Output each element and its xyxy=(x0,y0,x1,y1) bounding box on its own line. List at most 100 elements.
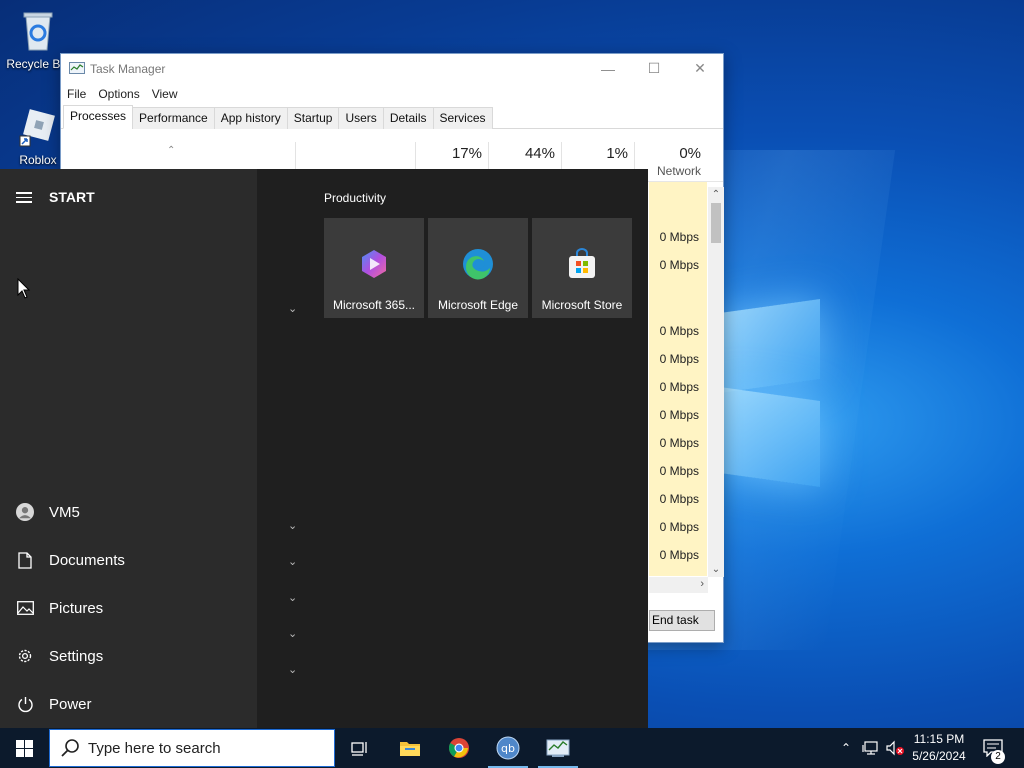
volume-tray-button[interactable] xyxy=(884,728,906,768)
document-icon xyxy=(16,551,34,569)
tile-label: Microsoft Edge xyxy=(437,298,519,312)
tile-label: Microsoft 365... xyxy=(332,298,416,312)
start-title: START xyxy=(49,189,95,206)
scroll-up-icon[interactable]: ⌃ xyxy=(708,189,724,200)
windows-logo-wallpaper xyxy=(720,290,824,488)
start-menu: START VM5 Documents Pictures Settings Po… xyxy=(0,169,648,728)
tab-processes[interactable]: Processes xyxy=(63,105,134,129)
edge-icon xyxy=(463,249,493,280)
task-view-icon xyxy=(351,742,367,756)
store-icon xyxy=(569,248,595,278)
power-label: Power xyxy=(49,695,92,713)
close-button[interactable]: ✕ xyxy=(677,54,723,83)
tab-users[interactable]: Users xyxy=(338,107,384,129)
tab-details[interactable]: Details xyxy=(382,107,434,129)
windows-start-icon xyxy=(15,739,33,757)
recycle-bin-icon xyxy=(23,12,53,51)
chevron-up-icon: ⌃ xyxy=(840,741,852,755)
window-controls: — ☐ ✕ xyxy=(585,54,723,83)
network-percent: 0% xyxy=(679,145,701,162)
qbittorrent-icon: qb xyxy=(496,736,520,760)
pictures-label: Pictures xyxy=(49,599,104,617)
start-settings[interactable]: Settings xyxy=(0,636,257,676)
tab-strip: Processes Performance App history Startu… xyxy=(61,105,723,129)
tab-app-history[interactable]: App history xyxy=(213,107,288,129)
notification-count-badge: 2 xyxy=(991,750,1005,764)
end-task-button[interactable]: End task xyxy=(649,610,715,631)
table-cell-network: 0 Mbps xyxy=(659,380,699,394)
settings-label: Settings xyxy=(49,647,104,665)
chevron-down-icon[interactable]: ⌄ xyxy=(288,591,297,604)
start-documents[interactable]: Documents xyxy=(0,540,257,580)
scroll-down-icon[interactable]: ⌄ xyxy=(708,564,724,575)
menu-view[interactable]: View xyxy=(152,87,178,101)
table-cell-network: 0 Mbps xyxy=(659,258,699,272)
network-tray-button[interactable] xyxy=(860,728,882,768)
memory-percent: 44% xyxy=(524,145,555,162)
sort-up-icon[interactable]: ⌃ xyxy=(167,145,175,156)
table-cell-network: 0 Mbps xyxy=(659,408,699,422)
chevron-down-icon[interactable]: ⌄ xyxy=(288,627,297,640)
file-explorer-icon xyxy=(400,742,420,756)
chevron-down-icon[interactable]: ⌄ xyxy=(288,555,297,568)
tile-group-label[interactable]: Productivity xyxy=(324,191,386,205)
tile-microsoft-365[interactable]: Microsoft 365... xyxy=(324,218,424,318)
taskbar-file-explorer[interactable] xyxy=(386,728,434,768)
horizontal-scrollbar[interactable]: › xyxy=(649,577,708,593)
start-pictures[interactable]: Pictures xyxy=(0,588,257,628)
cpu-percent: 17% xyxy=(451,145,482,162)
scroll-thumb[interactable] xyxy=(711,203,721,243)
tile-microsoft-store[interactable]: Microsoft Store xyxy=(532,218,632,318)
tile-label: Microsoft Store xyxy=(541,298,623,312)
table-cell-network: 0 Mbps xyxy=(659,230,699,244)
disk-percent: 1% xyxy=(606,145,628,162)
start-button[interactable] xyxy=(0,728,48,768)
task-manager-icon xyxy=(546,739,570,757)
chevron-down-icon[interactable]: ⌄ xyxy=(288,663,297,676)
tab-performance[interactable]: Performance xyxy=(132,107,215,129)
table-cell-network: 0 Mbps xyxy=(659,436,699,450)
chevron-down-icon[interactable]: ⌄ xyxy=(288,519,297,532)
tile-microsoft-edge[interactable]: Microsoft Edge xyxy=(428,218,528,318)
chrome-icon xyxy=(448,738,469,758)
maximize-button[interactable]: ☐ xyxy=(631,54,677,83)
hamburger-menu-icon[interactable] xyxy=(16,189,32,206)
start-sidebar: START VM5 Documents Pictures Settings Po… xyxy=(0,169,257,728)
table-cell-network: 0 Mbps xyxy=(659,464,699,478)
table-cell-network: 0 Mbps xyxy=(659,492,699,506)
start-header[interactable]: START xyxy=(16,189,95,206)
scroll-right-icon[interactable]: › xyxy=(700,578,704,590)
clock-date: 5/26/2024 xyxy=(912,749,966,763)
tab-startup[interactable]: Startup xyxy=(286,107,340,129)
search-placeholder: Type here to search xyxy=(88,739,221,757)
taskbar-clock[interactable]: 11:15 PM 5/26/2024 xyxy=(906,731,972,765)
task-view-button[interactable] xyxy=(336,728,384,768)
taskbar-task-manager[interactable] xyxy=(534,728,582,768)
menu-file[interactable]: File xyxy=(67,87,86,101)
network-column-cells: 0 Mbps 0 Mbps 0 Mbps 0 Mbps 0 Mbps 0 Mbp… xyxy=(649,182,707,576)
taskbar-search-box[interactable]: Type here to search xyxy=(49,729,335,767)
chevron-down-icon[interactable]: ⌄ xyxy=(288,302,297,315)
menu-bar: File Options View xyxy=(61,83,723,105)
clock-time: 11:15 PM xyxy=(913,732,965,746)
start-power[interactable]: Power xyxy=(0,684,257,724)
taskbar-chrome[interactable] xyxy=(435,728,483,768)
microsoft-365-icon xyxy=(362,250,386,278)
show-hidden-icons-button[interactable]: ⌃ xyxy=(836,728,856,768)
pictures-icon xyxy=(16,599,34,617)
window-title: Task Manager xyxy=(90,61,166,76)
roblox-icon xyxy=(19,109,55,147)
tab-services[interactable]: Services xyxy=(432,107,493,129)
vertical-scrollbar[interactable]: ⌃ ⌄ xyxy=(708,187,724,577)
user-avatar-icon xyxy=(16,503,34,521)
minimize-button[interactable]: — xyxy=(585,54,631,83)
taskbar-qbittorrent[interactable]: qb xyxy=(484,728,532,768)
power-icon xyxy=(16,695,34,713)
search-icon xyxy=(61,739,79,757)
svg-text:qb: qb xyxy=(501,742,515,755)
start-user-account[interactable]: VM5 xyxy=(0,492,257,532)
documents-label: Documents xyxy=(49,551,125,569)
table-cell-network: 0 Mbps xyxy=(659,352,699,366)
table-cell-network: 0 Mbps xyxy=(659,324,699,338)
menu-options[interactable]: Options xyxy=(98,87,139,101)
